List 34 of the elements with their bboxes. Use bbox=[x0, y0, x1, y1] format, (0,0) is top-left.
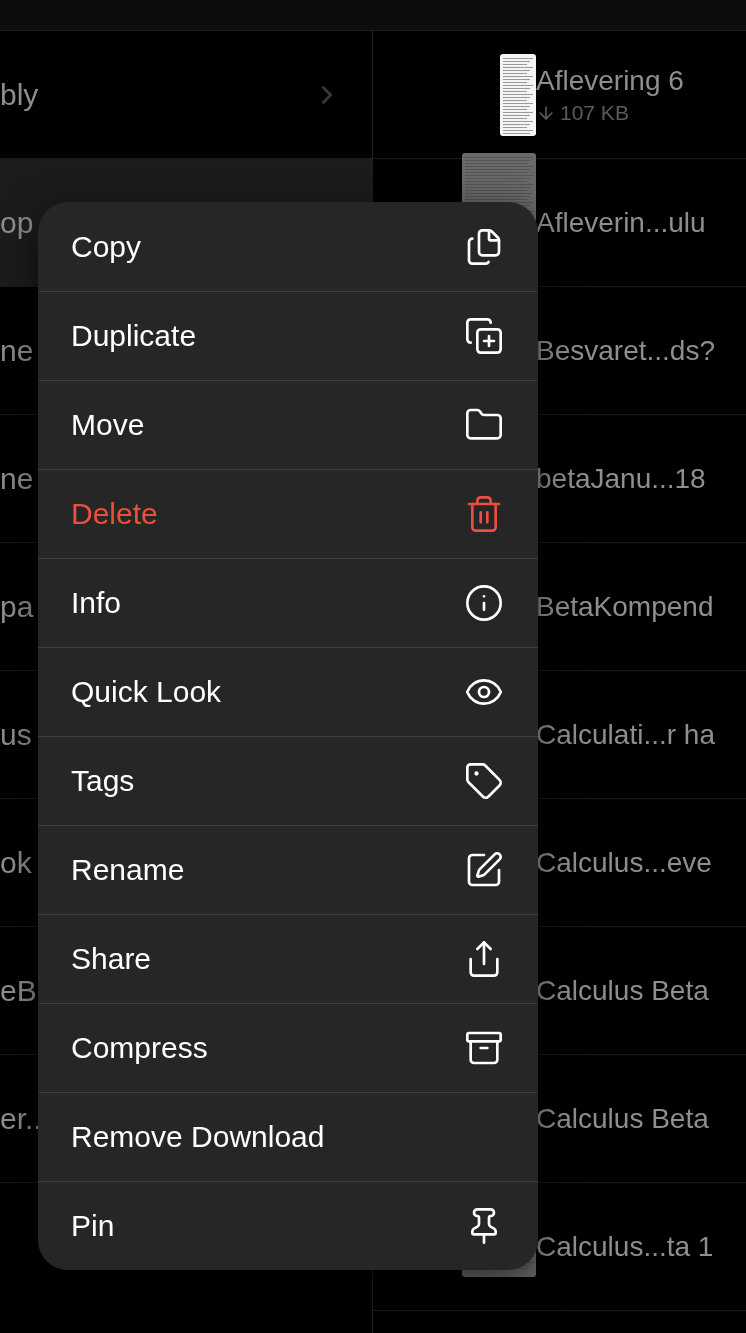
file-name: BetaKompend bbox=[536, 590, 714, 623]
row-title: ne bbox=[0, 333, 34, 368]
file-name: betaJanu...18 bbox=[536, 462, 706, 495]
menu-item[interactable]: Duplicate bbox=[38, 291, 538, 380]
file-name: Calculus...eve bbox=[536, 846, 712, 879]
menu-item[interactable]: Pin bbox=[38, 1181, 538, 1270]
file-name: Aflevering 6 bbox=[536, 64, 684, 97]
row-title: bly bbox=[0, 77, 39, 112]
menu-item[interactable]: Compress bbox=[38, 1003, 538, 1092]
tag-icon bbox=[464, 761, 504, 801]
menu-item[interactable]: Remove Download bbox=[38, 1092, 538, 1181]
menu-item[interactable]: Copy bbox=[38, 202, 538, 291]
menu-item[interactable]: Tags bbox=[38, 736, 538, 825]
menu-item[interactable]: Rename bbox=[38, 825, 538, 914]
menu-item[interactable]: Quick Look bbox=[38, 647, 538, 736]
file-name: Besvaret...ds? bbox=[536, 334, 715, 367]
file-name: Calculus...ta 1 bbox=[536, 1230, 714, 1263]
row-title: op bbox=[0, 205, 34, 240]
file-name: Calculati...r ha bbox=[536, 718, 715, 751]
file-size: 107 KB bbox=[560, 100, 629, 125]
row-title: us bbox=[0, 717, 32, 752]
file-name: Afleverin...ulu bbox=[536, 206, 706, 239]
row-title: eB bbox=[0, 973, 37, 1008]
menu-item[interactable]: Delete bbox=[38, 469, 538, 558]
info-icon bbox=[464, 583, 504, 623]
file-name: Calculus Beta bbox=[536, 974, 709, 1007]
menu-item[interactable]: Move bbox=[38, 380, 538, 469]
file-name: Calculus Beta bbox=[536, 1102, 709, 1135]
menu-item[interactable]: Share bbox=[38, 914, 538, 1003]
menu-item[interactable]: Info bbox=[38, 558, 538, 647]
duplicate-icon bbox=[464, 316, 504, 356]
row-title: ne bbox=[0, 461, 34, 496]
row-title: pa bbox=[0, 589, 34, 624]
row-title: ok bbox=[0, 845, 32, 880]
